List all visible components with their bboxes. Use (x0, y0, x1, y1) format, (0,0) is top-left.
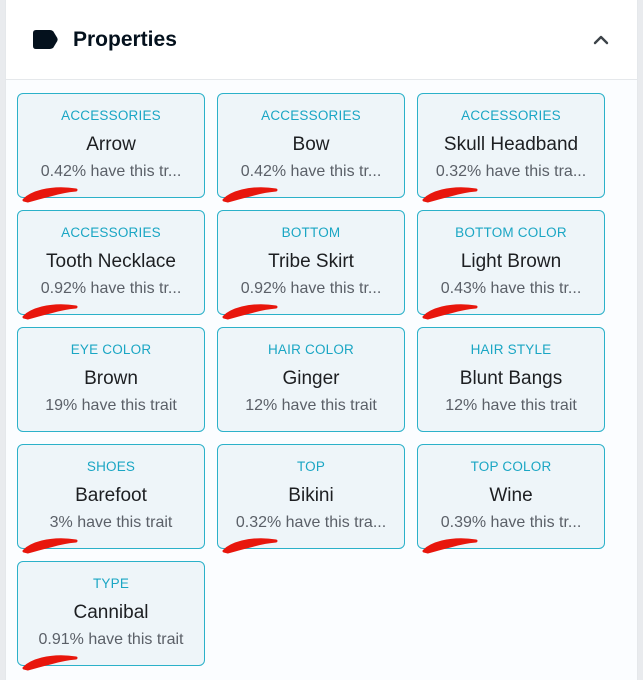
trait-card[interactable]: BOTTOM COLOR Light Brown 0.43% have this t… (417, 210, 605, 320)
trait-rarity: 0.42% have this tr... (240, 163, 382, 180)
red-scribble-mark (222, 538, 278, 554)
trait-rarity: 3% have this trait (49, 514, 173, 531)
trait-type: ACCESSORIES (61, 108, 161, 123)
trait-rarity: 12% have this trait (245, 397, 377, 414)
trait-type: HAIR COLOR (267, 342, 354, 357)
trait-card[interactable]: EYE COLOR Brown 19% have this trait (17, 327, 205, 432)
trait-rarity: 0.92% have this tr... (240, 280, 382, 297)
trait-value: Arrow (86, 134, 136, 155)
trait-value: Bikini (288, 485, 334, 506)
trait-rarity: 0.92% have this tr... (40, 280, 182, 297)
properties-body: ACCESSORIES Arrow 0.42% have this tr... ACC… (6, 80, 637, 680)
trait-card[interactable]: ACCESSORIES Tooth Necklace 0.92% have this… (17, 210, 205, 320)
trait-type: HAIR STYLE (470, 342, 552, 357)
trait-rarity: 19% have this trait (45, 397, 177, 414)
trait-rarity: 0.43% have this tr... (440, 280, 582, 297)
trait-rarity: 0.39% have this tr... (440, 514, 582, 531)
trait-value: Barefoot (75, 485, 147, 506)
trait-type: BOTTOM (281, 225, 341, 240)
trait-card[interactable]: SHOES Barefoot 3% have this trait (17, 444, 205, 554)
trait-grid: ACCESSORIES Arrow 0.42% have this tr... ACC… (17, 93, 605, 671)
trait-type: ACCESSORIES (61, 225, 161, 240)
trait-type: EYE COLOR (70, 342, 152, 357)
trait-value: Bow (292, 134, 330, 155)
trait-value: Blunt Bangs (459, 368, 563, 389)
tag-icon (33, 30, 58, 49)
trait-card[interactable]: ACCESSORIES Arrow 0.42% have this tr... (17, 93, 205, 203)
trait-card[interactable]: HAIR STYLE Blunt Bangs 12% have this trait (417, 327, 605, 432)
red-scribble-mark (22, 655, 78, 671)
trait-rarity: 0.32% have this tra... (435, 163, 587, 180)
trait-card[interactable]: TOP Bikini 0.32% have this tra... (217, 444, 405, 554)
trait-rarity: 0.91% have this trait (38, 631, 184, 648)
trait-type: SHOES (86, 459, 136, 474)
red-scribble-mark (422, 304, 478, 320)
properties-panel: Properties ACCESSORIES Arrow 0.42% have th… (5, 0, 638, 680)
trait-card[interactable]: HAIR COLOR Ginger 12% have this trait (217, 327, 405, 432)
chevron-up-icon[interactable] (589, 28, 613, 52)
trait-value: Cannibal (73, 602, 149, 623)
trait-value: Tribe Skirt (268, 251, 354, 272)
trait-card[interactable]: TOP COLOR Wine 0.39% have this tr... (417, 444, 605, 554)
red-scribble-mark (422, 187, 478, 203)
trait-value: Skull Headband (443, 134, 579, 155)
trait-card[interactable]: ACCESSORIES Bow 0.42% have this tr... (217, 93, 405, 203)
trait-type: TOP (296, 459, 326, 474)
trait-value: Wine (489, 485, 533, 506)
trait-type: TOP COLOR (470, 459, 552, 474)
trait-type: ACCESSORIES (261, 108, 361, 123)
trait-type: BOTTOM COLOR (455, 225, 567, 240)
trait-card[interactable]: TYPE Cannibal 0.91% have this trait (17, 561, 205, 671)
red-scribble-mark (22, 187, 78, 203)
trait-card[interactable]: ACCESSORIES Skull Headband 0.32% have this… (417, 93, 605, 203)
red-scribble-mark (222, 304, 278, 320)
red-scribble-mark (422, 538, 478, 554)
trait-type: ACCESSORIES (461, 108, 561, 123)
properties-title: Properties (73, 28, 177, 51)
red-scribble-mark (222, 187, 278, 203)
trait-type: TYPE (92, 576, 130, 591)
trait-value: Tooth Necklace (46, 251, 176, 272)
trait-card[interactable]: BOTTOM Tribe Skirt 0.92% have this tr... (217, 210, 405, 320)
trait-rarity: 12% have this trait (445, 397, 577, 414)
trait-rarity: 0.32% have this tra... (235, 514, 387, 531)
trait-value: Ginger (282, 368, 340, 389)
trait-rarity: 0.42% have this tr... (40, 163, 182, 180)
trait-value: Brown (84, 368, 138, 389)
properties-header[interactable]: Properties (6, 0, 637, 80)
trait-value: Light Brown (460, 251, 562, 272)
red-scribble-mark (22, 538, 78, 554)
red-scribble-mark (22, 304, 78, 320)
